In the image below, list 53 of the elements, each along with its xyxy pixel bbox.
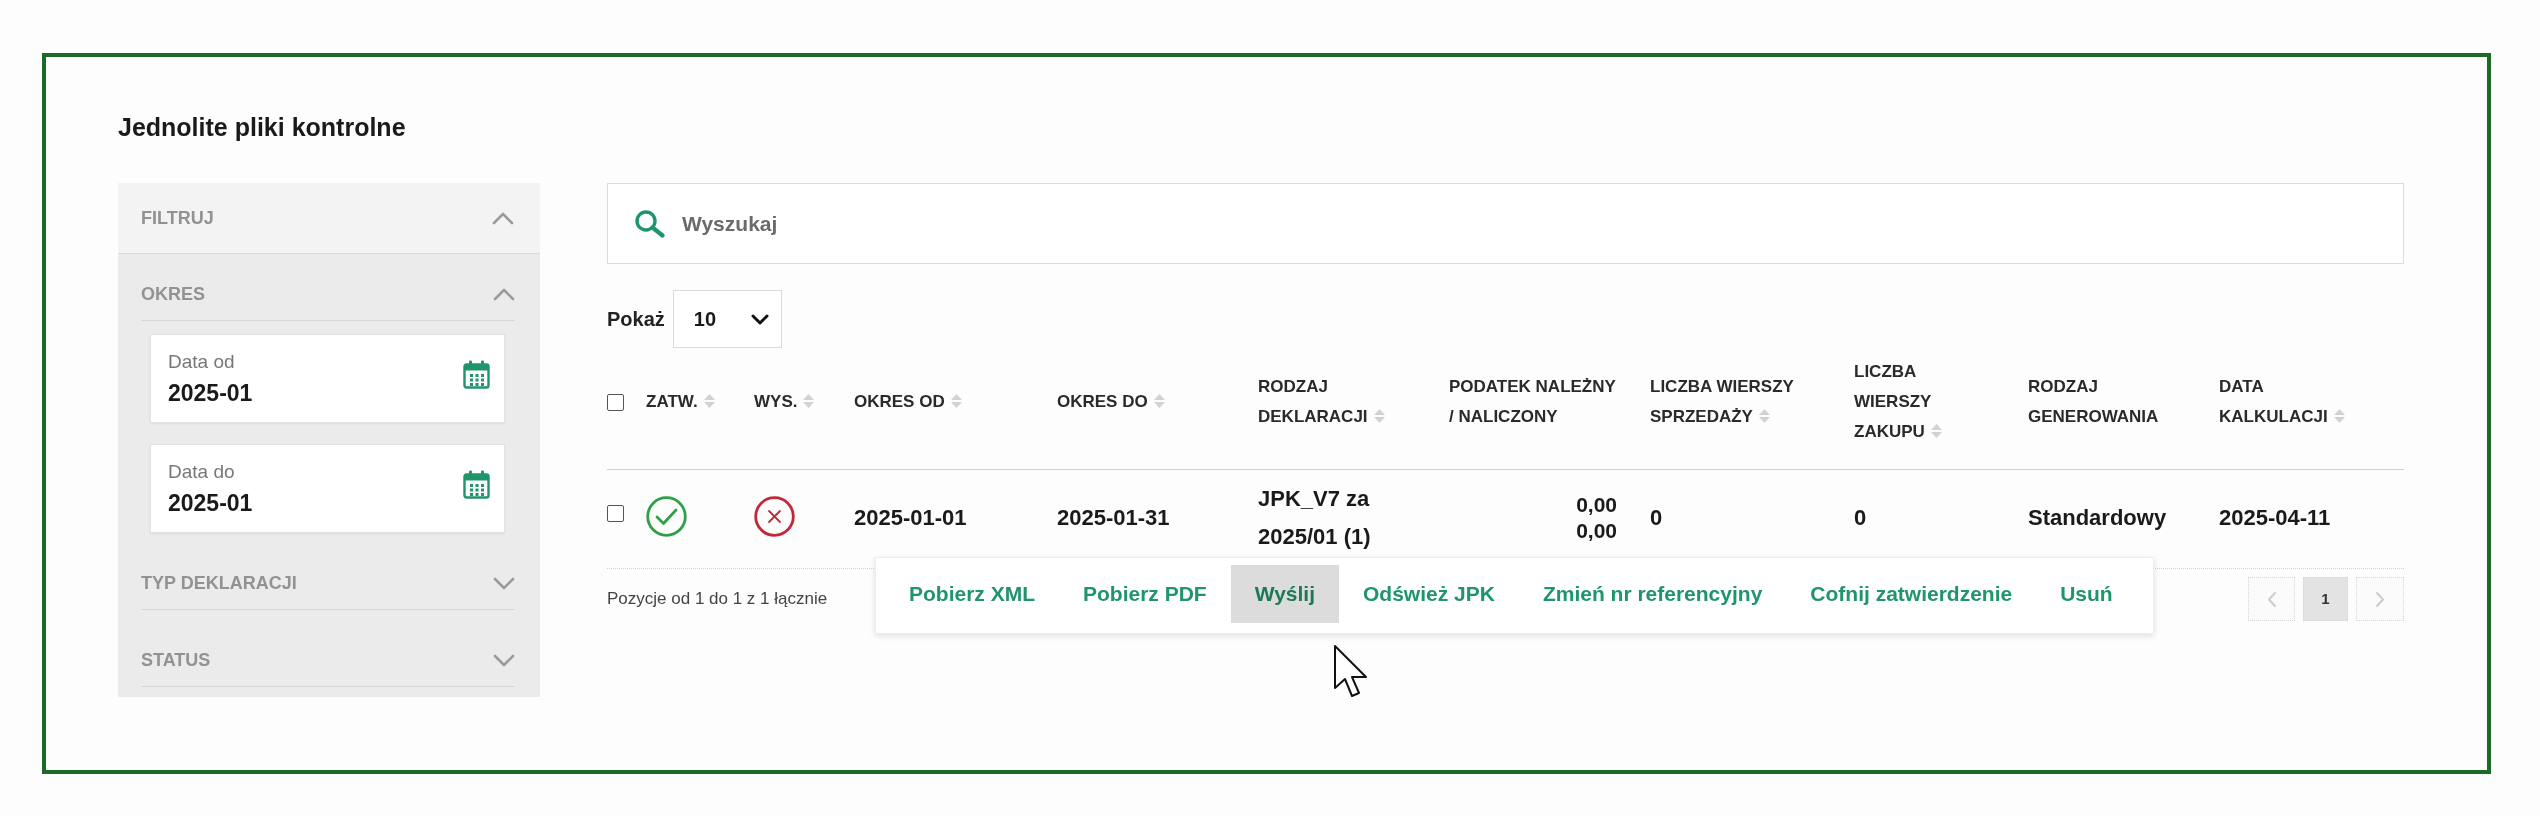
column-header[interactable]: RODZAJ DEKLARACJI xyxy=(1258,372,1408,432)
menu-item[interactable]: Wyślij xyxy=(1230,565,1339,623)
calendar-icon[interactable] xyxy=(463,360,490,389)
sort-icon[interactable] xyxy=(949,393,963,409)
sort-icon[interactable] xyxy=(802,393,816,409)
column-header[interactable]: WYS. xyxy=(754,387,816,417)
column-header[interactable]: OKRES DO xyxy=(1057,387,1166,417)
search-field[interactable]: Wyszukaj xyxy=(607,183,2404,264)
page-button[interactable]: 1 xyxy=(2303,577,2348,621)
table-cell-text: 2025-01-31 xyxy=(1057,504,1170,532)
menu-item[interactable]: Odśwież JPK xyxy=(1339,565,1519,623)
page-size-label: Pokaż xyxy=(607,307,665,331)
date-field[interactable]: Data od 2025-01 xyxy=(150,334,505,423)
sort-icon[interactable] xyxy=(2332,408,2346,424)
column-header[interactable]: OKRES OD xyxy=(854,387,963,417)
table-cell-text: 0 xyxy=(1854,504,1867,532)
page-title: Jednolite pliki kontrolne xyxy=(118,112,406,142)
column-header[interactable]: ZATW. xyxy=(646,387,716,417)
checkbox[interactable] xyxy=(607,393,624,411)
table-cell-text: Standardowy xyxy=(2028,504,2167,532)
page-size-select[interactable]: 10 xyxy=(672,290,782,348)
chevron-down-icon xyxy=(750,313,769,325)
chevron-right-icon xyxy=(2375,590,2385,608)
table-cell-text: 2025-01-01 xyxy=(854,504,967,532)
column-header: PODATEK NALEŻNY / NALICZONY xyxy=(1449,376,1617,428)
menu-item[interactable]: Zmień nr referencyjny xyxy=(1518,565,1787,623)
field-value: 2025-01 xyxy=(168,488,253,517)
sort-icon[interactable] xyxy=(1152,393,1166,409)
records-summary: Pozycje od 1 do 1 z 1 łącznie xyxy=(607,589,828,609)
table-cell: 0,00 0,00 xyxy=(1576,492,1617,544)
column-header[interactable]: LICZBA WIERSZY ZAKUPU xyxy=(1854,357,1964,447)
menu-item[interactable]: Cofnij zatwierdzenie xyxy=(1786,565,2037,623)
field-label: Data do xyxy=(168,460,236,483)
sort-icon[interactable] xyxy=(1929,423,1943,439)
column-header[interactable]: LICZBA WIERSZY SPRZEDAŻY xyxy=(1650,372,1810,432)
calendar-icon[interactable] xyxy=(463,470,490,499)
menu-item[interactable]: Pobierz PDF xyxy=(1059,565,1231,623)
column-header: RODZAJ GENEROWANIA xyxy=(2028,376,2160,428)
search-icon xyxy=(634,209,666,238)
column-header[interactable]: DATA KALKULACJI xyxy=(2219,372,2359,432)
menu-item[interactable]: Pobierz XML xyxy=(885,565,1059,623)
field-label: Data od xyxy=(168,350,236,373)
table-cell-text: 2025-04-11 xyxy=(2219,504,2331,532)
field-value: 2025-01 xyxy=(168,378,253,407)
sort-icon[interactable] xyxy=(1372,408,1386,424)
checkbox[interactable] xyxy=(607,504,624,522)
chevron-left-icon xyxy=(2266,590,2277,608)
sort-icon[interactable] xyxy=(1757,408,1771,424)
menu-item[interactable]: Usuń xyxy=(2036,565,2137,623)
table-cell-text: 0 xyxy=(1650,504,1663,532)
sort-icon[interactable] xyxy=(702,393,716,409)
date-field[interactable]: Data do 2025-01 xyxy=(150,444,505,533)
table-cell-text: JPK_V7 za 2025/01 (1) xyxy=(1258,485,1372,551)
